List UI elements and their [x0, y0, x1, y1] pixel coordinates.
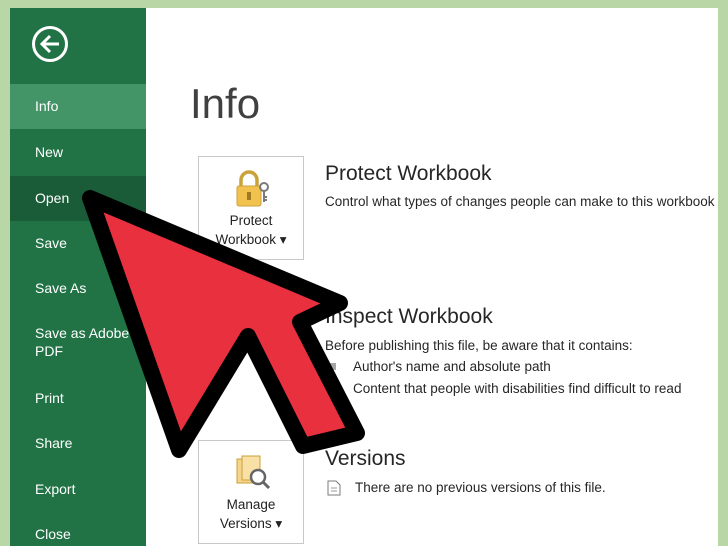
sidebar-item-info[interactable]: Info — [10, 84, 146, 129]
inspect-workbook-heading: Inspect Workbook — [325, 305, 493, 328]
lock-key-icon — [236, 170, 269, 207]
bullet-square-icon — [329, 385, 336, 392]
manage-versions-button[interactable]: Manage Versions ▾ — [198, 440, 304, 544]
versions-tile-label-2: Versions ▾ — [219, 516, 283, 531]
back-arrow-icon — [39, 34, 59, 54]
document-icon — [327, 480, 341, 496]
bullet-square-icon — [329, 363, 336, 370]
page-title: Info — [190, 80, 261, 127]
sidebar-item-share[interactable]: Share — [10, 421, 146, 466]
sidebar-item-save[interactable]: Save — [10, 221, 146, 266]
sidebar-item-new[interactable]: New — [10, 130, 146, 175]
inspect-workbook-intro: Before publishing this file, be aware th… — [325, 338, 633, 353]
back-button[interactable] — [32, 26, 68, 62]
sidebar-item-print[interactable]: Print — [10, 376, 146, 421]
protect-workbook-heading: Protect Workbook — [325, 162, 492, 185]
inspect-bullet-item: Content that people with disabilities fi… — [353, 381, 682, 396]
backstage-sidebar: Info New Open Save Save As Save as Adobe… — [10, 8, 146, 546]
sidebar-item-label: PDF — [35, 343, 63, 359]
sidebar-item-open[interactable]: Open — [10, 176, 146, 221]
sidebar-item-label: Save as Adobe — [35, 325, 130, 341]
versions-tile-label-1: Manage — [226, 497, 276, 512]
protect-tile-label-2: Workbook ▾ — [215, 232, 287, 247]
sidebar-item-close[interactable]: Close — [10, 512, 146, 546]
protect-workbook-description: Control what types of changes people can… — [325, 194, 715, 209]
excel-backstage-window: Info New Open Save Save As Save as Adobe… — [10, 8, 718, 546]
manage-versions-icon — [236, 455, 271, 490]
sidebar-item-export[interactable]: Export — [10, 467, 146, 512]
backstage-content: Info Protect Workbook ▾ Protect Workbook… — [146, 8, 718, 546]
protect-tile-label-1: Protect — [229, 213, 273, 228]
sidebar-item-save-as-adobe-pdf[interactable]: Save as Adobe PDF — [10, 324, 146, 364]
protect-workbook-button[interactable]: Protect Workbook ▾ — [198, 156, 304, 260]
inspect-bullet-item: Author's name and absolute path — [353, 359, 551, 374]
sidebar-item-save-as[interactable]: Save As — [10, 266, 146, 311]
versions-description: There are no previous versions of this f… — [355, 480, 606, 495]
versions-heading: Versions — [325, 447, 406, 470]
